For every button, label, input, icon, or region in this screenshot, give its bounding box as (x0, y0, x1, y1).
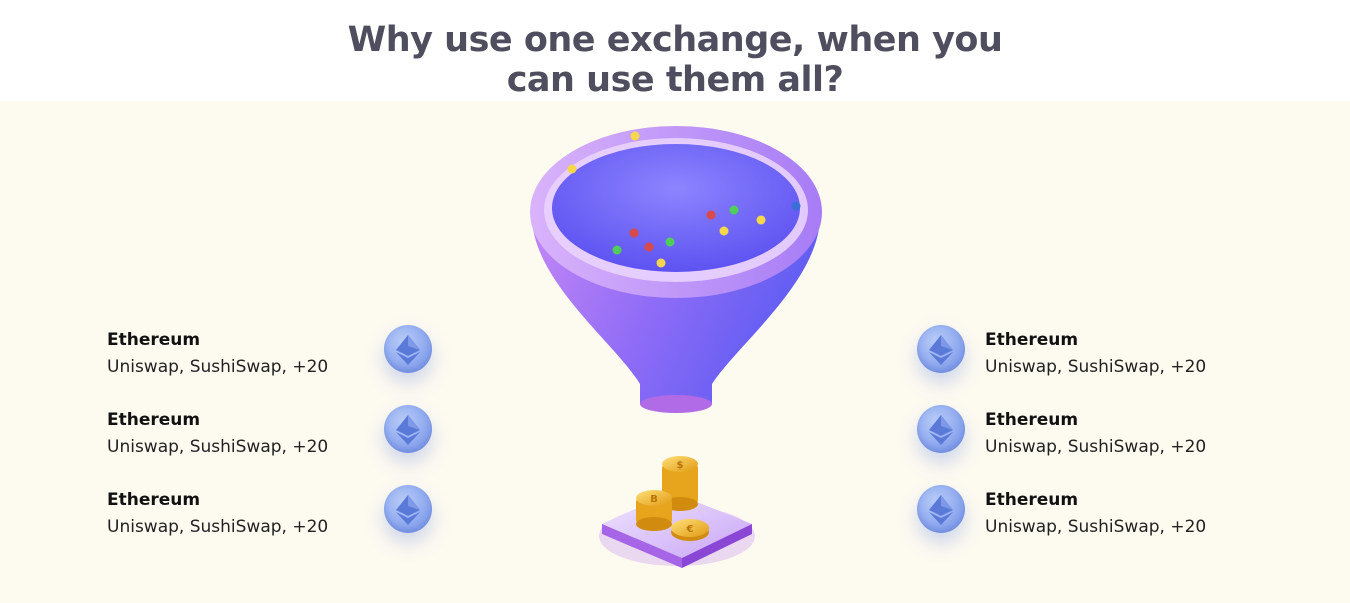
svg-text:€: € (686, 524, 694, 535)
funnel-illustration (530, 126, 822, 413)
right-exchange-item-1: Ethereum Uniswap, SushiSwap, +20 (985, 329, 1245, 389)
left-exchange-item-2: Ethereum Uniswap, SushiSwap, +20 (107, 409, 367, 469)
ethereum-icon (917, 325, 965, 373)
exchange-chain-name: Ethereum (107, 410, 201, 430)
svg-text:B: B (650, 494, 658, 505)
heading-line-2: can use them all? (506, 60, 844, 100)
ethereum-icon (384, 405, 432, 453)
exchange-chain-name: Ethereum (107, 490, 201, 510)
exchange-dex-list: Uniswap, SushiSwap, +20 (107, 437, 329, 457)
right-exchange-item-2: Ethereum Uniswap, SushiSwap, +20 (985, 409, 1245, 469)
heading-line-1: Why use one exchange, when you (347, 20, 1003, 60)
exchange-chain-name: Ethereum (107, 330, 201, 350)
ethereum-icon (917, 485, 965, 533)
ethereum-icon (384, 325, 432, 373)
ethereum-icon (384, 485, 432, 533)
exchange-dex-list: Uniswap, SushiSwap, +20 (985, 357, 1207, 377)
exchange-dex-list: Uniswap, SushiSwap, +20 (107, 357, 329, 377)
exchange-chain-name: Ethereum (985, 410, 1079, 430)
right-exchange-item-3: Ethereum Uniswap, SushiSwap, +20 (985, 489, 1245, 549)
exchange-dex-list: Uniswap, SushiSwap, +20 (985, 437, 1207, 457)
exchange-dex-list: Uniswap, SushiSwap, +20 (985, 517, 1207, 537)
exchange-chain-name: Ethereum (985, 490, 1079, 510)
left-exchange-item-1: Ethereum Uniswap, SushiSwap, +20 (107, 329, 367, 389)
exchange-chain-name: Ethereum (985, 330, 1079, 350)
page-heading: Why use one exchange, when you can use t… (0, 20, 1350, 100)
coin-stack-illustration: $ B € (599, 456, 755, 568)
exchange-dex-list: Uniswap, SushiSwap, +20 (107, 517, 329, 537)
left-exchange-item-3: Ethereum Uniswap, SushiSwap, +20 (107, 489, 367, 549)
svg-text:$: $ (677, 460, 684, 471)
ethereum-icon (917, 405, 965, 453)
